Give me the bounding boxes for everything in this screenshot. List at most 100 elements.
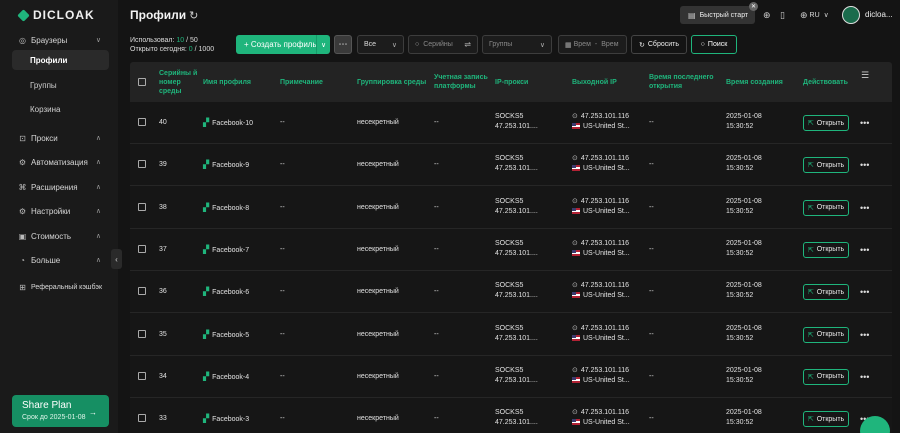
avatar[interactable] <box>842 6 860 24</box>
profile-name-cell[interactable]: ▞ Facebook-7 <box>203 245 249 256</box>
date-range-picker[interactable]: ▦ Врем - Врем <box>558 35 627 54</box>
sidebar-item-referral[interactable]: ⊞ Реферальный кэшбэк <box>0 276 118 298</box>
language-selector[interactable]: ⊕ RU ∨ <box>800 6 829 24</box>
search-button[interactable]: ○ Поиск <box>691 35 737 54</box>
row-checkbox[interactable] <box>138 118 146 126</box>
more-actions-button[interactable]: ⋯ <box>334 35 352 54</box>
filter-settings-icon[interactable]: ⇌ <box>464 40 471 49</box>
table-row[interactable]: 36 ▞ Facebook-6 -- несекретный -- SOCKS5 … <box>130 271 892 314</box>
created-date: 2025-01-08 <box>726 282 762 290</box>
note-cell[interactable]: -- <box>280 287 285 297</box>
open-profile-button[interactable]: ⇱ Открыть <box>803 326 849 343</box>
sidebar-group-automation[interactable]: ⚙ Автоматизация ∧ <box>0 151 118 173</box>
proxy-ip: 47.253.101.... <box>495 292 538 300</box>
row-more-icon[interactable]: ••• <box>860 118 869 128</box>
table-row[interactable]: 37 ▞ Facebook-7 -- несекретный -- SOCKS5 … <box>130 229 892 271</box>
note-cell[interactable]: -- <box>280 372 285 382</box>
profile-name-cell[interactable]: ▞ Facebook-10 <box>203 118 253 129</box>
created-time: 15:30:52 <box>726 249 754 257</box>
sidebar-group-billing[interactable]: ▣ Стоимость ∧ <box>0 225 118 247</box>
status-filter-select[interactable]: Все ∨ <box>357 35 404 54</box>
column-last-open[interactable]: Время последнего открытия <box>649 62 719 102</box>
column-serial[interactable]: Серийны й номер среды <box>159 62 199 102</box>
chevron-up-icon: ∧ <box>95 135 101 142</box>
open-profile-button[interactable]: ⇱ Открыть <box>803 411 849 428</box>
profile-name-cell[interactable]: ▞ Facebook-9 <box>203 160 249 171</box>
refresh-icon[interactable]: ↻ <box>189 10 198 22</box>
notification-icon[interactable]: ⊕ <box>763 6 771 24</box>
groups-select[interactable]: Группы ∨ <box>482 35 552 54</box>
row-more-icon[interactable]: ••• <box>860 245 869 255</box>
profile-name-cell[interactable]: ▞ Facebook-5 <box>203 330 249 341</box>
note-cell[interactable]: -- <box>280 330 285 340</box>
note-cell[interactable]: -- <box>280 414 285 424</box>
column-name[interactable]: Имя профиля <box>203 62 251 102</box>
table-row[interactable]: 39 ▞ Facebook-9 -- несекретный -- SOCKS5 … <box>130 144 892 187</box>
column-account[interactable]: Учетная запись платформы <box>434 62 492 102</box>
open-profile-button[interactable]: ⇱ Открыть <box>803 241 849 258</box>
table-row[interactable]: 34 ▞ Facebook-4 -- несекретный -- SOCKS5 … <box>130 356 892 398</box>
note-cell[interactable]: -- <box>280 160 285 170</box>
note-cell[interactable]: -- <box>280 245 285 255</box>
open-profile-button[interactable]: ⇱ Открыть <box>803 284 849 301</box>
sidebar-item-groups[interactable]: Группы <box>12 75 109 95</box>
share-plan-card[interactable]: Share Plan Срок до 2025-01-08 → <box>12 395 109 427</box>
profile-name-cell[interactable]: ▞ Facebook-6 <box>203 287 249 298</box>
reset-button[interactable]: ↻ Сбросить <box>631 35 687 54</box>
sidebar-item-trash[interactable]: Корзина <box>12 99 109 119</box>
column-created[interactable]: Время создания <box>726 62 783 102</box>
windows-icon: ▞ <box>203 329 210 339</box>
row-more-icon[interactable]: ••• <box>860 160 869 170</box>
column-proxy[interactable]: IP-прокси <box>495 62 528 102</box>
row-checkbox[interactable] <box>138 329 146 338</box>
note-cell[interactable]: -- <box>280 203 285 213</box>
note-cell[interactable]: -- <box>280 118 285 128</box>
create-profile-button[interactable]: + Создать профиль ∨ <box>236 35 330 54</box>
row-checkbox[interactable] <box>138 371 146 380</box>
table-row[interactable]: 38 ▞ Facebook-8 -- несекретный -- SOCKS5 … <box>130 187 892 229</box>
open-profile-button[interactable]: ⇱ Открыть <box>803 157 849 174</box>
profile-name-cell[interactable]: ▞ Facebook-4 <box>203 372 249 383</box>
table-row[interactable]: 33 ▞ Facebook-3 -- несекретный -- SOCKS5 … <box>130 398 892 433</box>
serial-search-input[interactable]: ○ Серийны ⇌ <box>408 35 478 54</box>
chevron-down-icon[interactable]: ∨ <box>316 35 330 54</box>
sidebar-group-extensions[interactable]: ⌘ Расширения ∧ <box>0 176 118 198</box>
sidebar-collapse-button[interactable]: ‹ <box>111 249 122 269</box>
search-icon: ○ <box>415 41 420 48</box>
logo[interactable]: DICLOAK <box>17 8 95 22</box>
column-settings-icon[interactable]: ☰ <box>861 70 869 81</box>
profile-name-cell[interactable]: ▞ Facebook-8 <box>203 203 249 214</box>
column-note[interactable]: Примечание <box>280 62 323 102</box>
row-more-icon[interactable]: ••• <box>860 330 869 340</box>
row-more-icon[interactable]: ••• <box>860 287 869 297</box>
sidebar-group-more[interactable]: ◔ Больше ∧ <box>0 249 118 271</box>
open-profile-button[interactable]: ⇱ Открыть <box>803 199 849 216</box>
column-group[interactable]: Группировка среды <box>357 62 426 102</box>
sidebar-group-label: Прокси <box>31 133 58 143</box>
profile-name-cell[interactable]: ▞ Facebook-3 <box>203 414 249 425</box>
table-row[interactable]: 40 ▞ Facebook-10 -- несекретный -- SOCKS5… <box>130 102 892 144</box>
row-checkbox[interactable] <box>138 244 146 253</box>
select-all-checkbox[interactable] <box>138 78 146 86</box>
created-time: 15:30:52 <box>726 376 754 384</box>
docs-icon[interactable]: ▯ <box>780 6 785 24</box>
table-row[interactable]: 35 ▞ Facebook-5 -- несекретный -- SOCKS5 … <box>130 314 892 356</box>
sidebar-item-profiles[interactable]: Профили <box>12 50 109 70</box>
quick-start-button[interactable]: ▤ Быстрый старт ✕ <box>680 2 758 24</box>
profile-name: Facebook-3 <box>212 416 250 424</box>
row-checkbox[interactable] <box>138 202 146 211</box>
ip-check-icon: ⊙ <box>572 366 578 374</box>
row-more-icon[interactable]: ••• <box>860 372 869 382</box>
row-checkbox[interactable] <box>138 414 146 423</box>
close-icon[interactable]: ✕ <box>749 2 758 11</box>
row-checkbox[interactable] <box>138 160 146 169</box>
open-profile-button[interactable]: ⇱ Открыть <box>803 115 849 131</box>
sidebar-group-settings[interactable]: ⚙ Настройки ∧ <box>0 200 118 222</box>
row-more-icon[interactable]: ••• <box>860 203 869 213</box>
column-exit-ip[interactable]: Выходной IP <box>572 62 617 102</box>
row-checkbox[interactable] <box>138 287 146 296</box>
open-profile-button[interactable]: ⇱ Открыть <box>803 368 849 385</box>
sidebar-group-proxy[interactable]: ⊡ Прокси ∧ <box>0 127 118 149</box>
username[interactable]: dicloa... <box>865 10 893 19</box>
sidebar-group-browsers[interactable]: ◎ Браузеры ∨ <box>0 29 118 51</box>
